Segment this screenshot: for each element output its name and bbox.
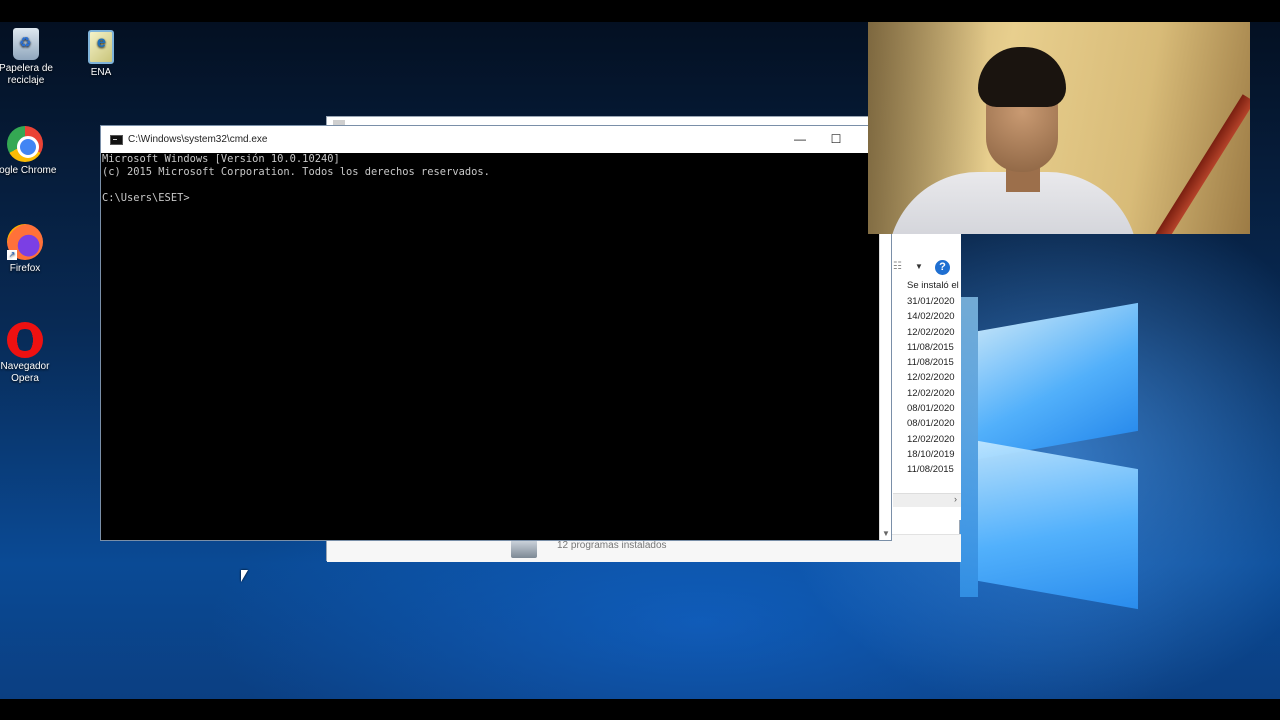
list-item[interactable]: 12/02/2020 <box>907 432 959 447</box>
recycle-bin-icon <box>13 28 39 60</box>
list-item[interactable]: 12/02/2020 <box>907 325 959 340</box>
programs-icon <box>511 540 537 558</box>
desktop-icon-label: ENA <box>90 67 112 78</box>
desktop-icon-label: oogle Chrome <box>0 165 57 176</box>
status-text: 12 programas instalados <box>557 540 667 551</box>
installed-dates-list: 31/01/2020 14/02/2020 12/02/2020 11/08/2… <box>907 294 959 478</box>
desktop-icon-label: Navegador Opera <box>0 361 50 384</box>
desktop-icon-label: Firefox <box>9 263 41 274</box>
webcam-overlay <box>868 22 1250 234</box>
desktop: Papelera de reciclaje ENA oogle Chrome ↗… <box>0 22 1280 699</box>
desktop-icon-recycle-bin[interactable]: Papelera de reciclaje <box>0 28 61 87</box>
desktop-icon-chrome[interactable]: oogle Chrome <box>0 126 60 177</box>
cmd-titlebar[interactable]: C:\Windows\system32\cmd.exe — ☐ <box>101 126 891 153</box>
cmd-title: C:\Windows\system32\cmd.exe <box>128 134 268 145</box>
cmd-console-output[interactable]: Microsoft Windows [Versión 10.0.10240] (… <box>101 153 879 540</box>
list-item[interactable]: 14/02/2020 <box>907 309 959 324</box>
desktop-icon-opera[interactable]: Navegador Opera <box>0 322 60 385</box>
column-header-installed-on[interactable]: Se instaló el <box>907 280 959 291</box>
letterbox-bottom <box>0 699 1280 720</box>
list-item[interactable]: 12/02/2020 <box>907 370 959 385</box>
minimize-button[interactable]: — <box>783 129 817 150</box>
list-item[interactable]: 18/10/2019 <box>907 447 959 462</box>
desktop-icon-firefox[interactable]: ↗ Firefox <box>0 224 60 275</box>
cmd-window[interactable]: C:\Windows\system32\cmd.exe — ☐ Microsof… <box>100 125 892 541</box>
opera-icon <box>7 322 43 358</box>
desktop-icon-label: Papelera de reciclaje <box>0 63 53 86</box>
help-icon[interactable]: ? <box>935 260 950 275</box>
list-item[interactable]: 11/08/2015 <box>907 462 959 477</box>
chevron-right-icon[interactable]: › <box>954 494 957 504</box>
shortcut-arrow-icon: ↗ <box>7 250 17 260</box>
list-item[interactable]: 11/08/2015 <box>907 340 959 355</box>
chevron-down-icon[interactable]: ▼ <box>915 262 923 271</box>
list-item[interactable]: 11/08/2015 <box>907 355 959 370</box>
mouse-cursor-icon <box>241 570 248 582</box>
view-toolbar: ☷ ▼ ? <box>893 257 961 279</box>
maximize-button[interactable]: ☐ <box>819 129 853 150</box>
desktop-icon-ena[interactable]: ENA <box>66 30 136 79</box>
horizontal-scrollbar[interactable]: › <box>893 493 961 507</box>
chrome-icon <box>7 126 43 162</box>
chevron-down-icon[interactable]: ▼ <box>882 529 890 538</box>
list-item[interactable]: 08/01/2020 <box>907 401 959 416</box>
list-item[interactable]: 08/01/2020 <box>907 416 959 431</box>
view-options-icon[interactable]: ☷ <box>893 261 902 272</box>
cmd-icon <box>110 135 123 145</box>
document-icon <box>88 30 114 64</box>
list-item[interactable]: 12/02/2020 <box>907 386 959 401</box>
list-item[interactable]: 31/01/2020 <box>907 294 959 309</box>
firefox-icon: ↗ <box>7 224 43 260</box>
windows-logo <box>960 277 1150 610</box>
